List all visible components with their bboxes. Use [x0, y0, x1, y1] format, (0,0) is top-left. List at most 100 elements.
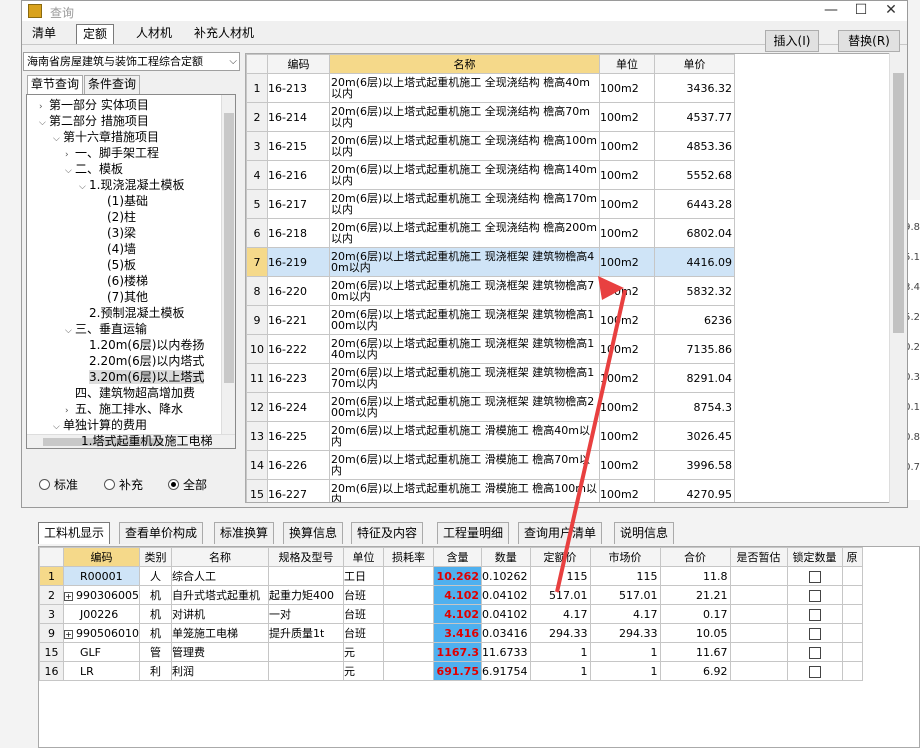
row-name[interactable]: 20m(6层)以上塔式起重机施工 全现浇结构 檐高70m以内 — [329, 102, 600, 132]
detail-col-header[interactable]: 类别 — [139, 547, 172, 567]
row-unit[interactable]: 元 — [343, 661, 384, 681]
table-row[interactable]: 15 16-227 20m(6层)以上塔式起重机施工 滑模施工 檐高100m以内 10… — [246, 479, 735, 502]
row-unit[interactable]: 100m2 — [599, 421, 655, 451]
row-quantity[interactable]: 6.91754 — [481, 661, 531, 681]
row-loss-rate[interactable] — [383, 604, 434, 624]
row-price[interactable]: 7135.86 — [654, 334, 735, 364]
radio-circle-icon[interactable] — [104, 479, 115, 490]
row-unit[interactable]: 台班 — [343, 623, 384, 643]
col-header-price[interactable]: 单价 — [654, 54, 735, 74]
row-spec[interactable] — [268, 661, 344, 681]
row-spec[interactable] — [268, 566, 344, 586]
tree-item[interactable]: 1.20m(6层)以内卷扬 — [79, 337, 204, 353]
row-total[interactable]: 0.17 — [659, 604, 731, 624]
row-code[interactable]: 16-217 — [267, 189, 330, 219]
row-unit[interactable]: 100m2 — [599, 479, 655, 502]
tree-item[interactable]: (3)梁 — [97, 225, 136, 241]
row-price[interactable]: 4270.95 — [654, 479, 735, 502]
row-name[interactable]: 对讲机 — [171, 604, 269, 624]
row-code[interactable]: 16-221 — [267, 305, 330, 335]
row-unit[interactable]: 100m2 — [599, 131, 655, 161]
row-unit[interactable]: 100m2 — [599, 73, 655, 103]
row-code[interactable]: 16-219 — [267, 247, 330, 277]
tree-item[interactable]: 2.20m(6层)以内塔式 — [79, 353, 204, 369]
row-lock[interactable] — [786, 604, 843, 624]
row-code[interactable]: 16-214 — [267, 102, 330, 132]
row-name[interactable]: 20m(6层)以上塔式起重机施工 现浇框架 建筑物檐高200m以内 — [329, 392, 600, 422]
row-name[interactable]: 20m(6层)以上塔式起重机施工 全现浇结构 檐高100m以内 — [329, 131, 600, 161]
replace-button[interactable]: 替换(R) — [838, 30, 900, 52]
row-unit[interactable]: 台班 — [343, 585, 384, 605]
table-row[interactable]: 16 LR 利利润元 691.75 6.91754 1 1 6.92 — [39, 661, 863, 681]
row-content[interactable]: 4.102 — [433, 604, 482, 624]
table-row[interactable]: 7 16-219 20m(6层)以上塔式起重机施工 现浇框架 建筑物檐高40m以内 1… — [246, 247, 735, 277]
row-price[interactable]: 6802.04 — [654, 218, 735, 248]
bottom-tab[interactable]: 特征及内容 — [351, 522, 424, 544]
chevron-down-icon[interactable]: ⌵ — [53, 131, 63, 147]
bottom-tab[interactable]: 工料机显示 — [38, 522, 111, 544]
bottom-tab[interactable]: 标准换算 — [214, 522, 275, 544]
close-button[interactable]: ✕ — [876, 1, 906, 21]
row-loss-rate[interactable] — [383, 642, 434, 662]
row-category[interactable]: 机 — [139, 604, 172, 624]
row-spec[interactable]: 一对 — [268, 604, 344, 624]
row-unit[interactable]: 100m2 — [599, 218, 655, 248]
tree-item[interactable]: 2.预制混凝土模板 — [79, 305, 184, 321]
tree-vertical-scrollbar[interactable] — [221, 95, 235, 434]
row-code[interactable]: LR — [63, 661, 140, 681]
row-quantity[interactable]: 0.04102 — [481, 604, 531, 624]
tree-item[interactable]: (2)柱 — [97, 209, 136, 225]
row-unit[interactable]: 工日 — [343, 566, 384, 586]
maximize-button[interactable]: ☐ — [846, 1, 876, 21]
row-lock[interactable] — [786, 623, 843, 643]
detail-col-header[interactable]: 名称 — [171, 547, 269, 567]
row-name[interactable]: 20m(6层)以上塔式起重机施工 全现浇结构 檐高200m以内 — [329, 218, 600, 248]
row-quantity[interactable]: 0.03416 — [481, 623, 531, 643]
minimize-button[interactable]: — — [816, 1, 846, 21]
insert-button[interactable]: 插入(I) — [765, 30, 819, 52]
tree-item[interactable]: (5)板 — [97, 257, 136, 273]
chevron-down-icon[interactable]: ⌵ — [229, 53, 237, 70]
row-name[interactable]: 20m(6层)以上塔式起重机施工 现浇框架 建筑物檐高100m以内 — [329, 305, 600, 335]
row-code[interactable]: 16-225 — [267, 421, 330, 451]
row-unit[interactable]: 100m2 — [599, 392, 655, 422]
chevron-down-icon[interactable]: ⌵ — [39, 115, 49, 131]
row-unit[interactable]: 100m2 — [599, 334, 655, 364]
tree-item[interactable]: ⌵ 第二部分 措施项目 — [39, 113, 149, 129]
row-spec[interactable] — [268, 642, 344, 662]
radio-supplement[interactable]: 补充 — [104, 477, 143, 493]
tree-scroll-thumb[interactable] — [224, 113, 234, 383]
table-row[interactable]: 5 16-217 20m(6层)以上塔式起重机施工 全现浇结构 檐高170m以内 10… — [246, 189, 735, 219]
tab-condition-query[interactable]: 条件查询 — [84, 75, 141, 94]
row-market-price[interactable]: 115 — [589, 566, 661, 586]
row-name[interactable]: 20m(6层)以上塔式起重机施工 全现浇结构 檐高140m以内 — [329, 160, 600, 190]
col-header-code[interactable]: 编码 — [267, 54, 330, 74]
row-quantity[interactable]: 0.10262 — [481, 566, 531, 586]
bottom-tab[interactable]: 说明信息 — [614, 522, 675, 544]
row-quantity[interactable]: 0.04102 — [481, 585, 531, 605]
detail-col-header[interactable]: 编码 — [63, 547, 140, 567]
row-market-price[interactable]: 294.33 — [589, 623, 661, 643]
row-estimate[interactable] — [729, 661, 788, 681]
table-row[interactable]: 6 16-218 20m(6层)以上塔式起重机施工 全现浇结构 檐高200m以内 10… — [246, 218, 735, 248]
row-price[interactable]: 6236 — [654, 305, 735, 335]
chevron-down-icon[interactable]: ⌵ — [79, 179, 89, 195]
checkbox-icon[interactable] — [808, 665, 821, 678]
row-content[interactable]: 691.75 — [433, 661, 482, 681]
row-name[interactable]: 20m(6层)以上塔式起重机施工 全现浇结构 檐高170m以内 — [329, 189, 600, 219]
row-code[interactable]: 16-216 — [267, 160, 330, 190]
row-lock[interactable] — [786, 661, 843, 681]
row-loss-rate[interactable] — [383, 566, 434, 586]
grid-scroll-thumb[interactable] — [893, 73, 904, 333]
row-estimate[interactable] — [729, 566, 788, 586]
tab-chapter-query[interactable]: 章节查询 — [27, 75, 84, 94]
table-row[interactable]: 12 16-224 20m(6层)以上塔式起重机施工 现浇框架 建筑物檐高200m以… — [246, 392, 735, 422]
row-code[interactable]: 16-227 — [267, 479, 330, 502]
row-category[interactable]: 管 — [139, 642, 172, 662]
row-price[interactable]: 5832.32 — [654, 276, 735, 306]
tree-item[interactable]: ⌵ 二、模板 — [65, 161, 123, 177]
table-row[interactable]: 1 16-213 20m(6层)以上塔式起重机施工 全现浇结构 檐高40m以内 100… — [246, 73, 735, 103]
row-unit[interactable]: 100m2 — [599, 189, 655, 219]
library-select[interactable]: 海南省房屋建筑与装饰工程综合定额 ⌵ — [23, 52, 240, 71]
table-row[interactable]: 9 16-221 20m(6层)以上塔式起重机施工 现浇框架 建筑物檐高100m以内… — [246, 305, 735, 335]
